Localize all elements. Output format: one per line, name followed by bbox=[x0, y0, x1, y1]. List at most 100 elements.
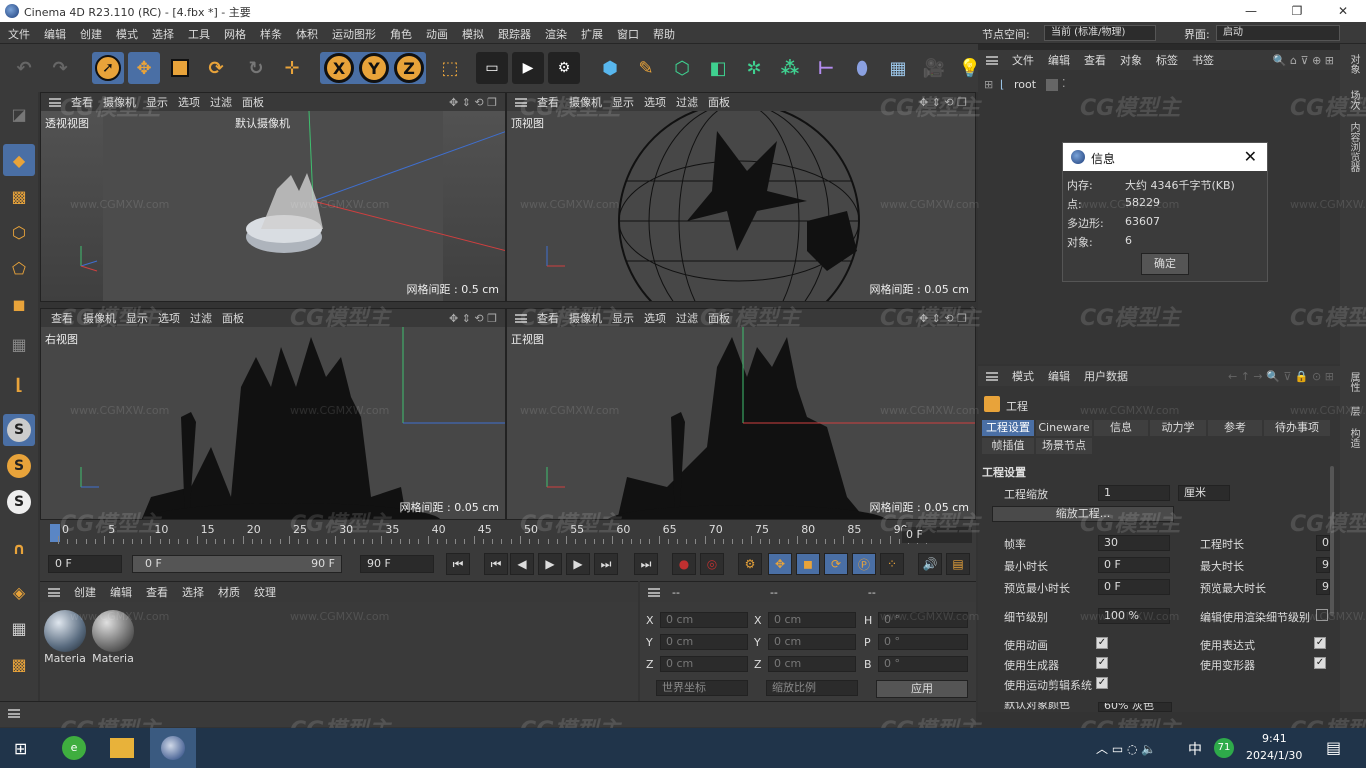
x-axis-lock-button[interactable]: X bbox=[324, 53, 354, 83]
file-explorer-icon[interactable] bbox=[110, 738, 134, 758]
select-tool-icon[interactable]: ➚ bbox=[92, 52, 124, 84]
key-parameter-icon[interactable]: Ⓟ bbox=[852, 553, 876, 575]
apply-button[interactable]: 应用 bbox=[876, 680, 968, 698]
viewport-nav-icons[interactable]: ✥ ⇕ ⟲ ❐ bbox=[449, 312, 497, 325]
attr-scrollbar[interactable] bbox=[1330, 466, 1334, 616]
mat-menu-select[interactable]: 选择 bbox=[182, 584, 204, 600]
preview-min-input[interactable]: 0 F bbox=[1098, 579, 1170, 595]
expand-icon[interactable]: ⊞ bbox=[984, 78, 993, 91]
vp-menu-view[interactable]: 查看 bbox=[537, 310, 559, 326]
menu-tracker[interactable]: 跟踪器 bbox=[498, 26, 531, 42]
vp-menu-filter[interactable]: 过滤 bbox=[210, 94, 232, 110]
vp-menu-filter[interactable]: 过滤 bbox=[190, 310, 212, 326]
menu-mode[interactable]: 模式 bbox=[116, 26, 138, 42]
use-deformers-checkbox[interactable]: ✓ bbox=[1314, 657, 1326, 669]
make-editable-icon[interactable]: ◪ bbox=[3, 98, 35, 130]
viewport-nav-icons[interactable]: ✥ ⇕ ⟲ ❐ bbox=[919, 96, 967, 109]
tab-dynamics[interactable]: 动力学 bbox=[1150, 420, 1206, 436]
key-rotation-icon[interactable]: ⟳ bbox=[824, 553, 848, 575]
go-to-end-icon[interactable]: ⏭ bbox=[634, 553, 658, 575]
autokey-icon[interactable]: ◎ bbox=[700, 553, 724, 575]
prev-key-icon[interactable]: ⏮ bbox=[484, 553, 508, 575]
use-expressions-checkbox[interactable]: ✓ bbox=[1314, 637, 1326, 649]
floor-icon[interactable]: ▦ bbox=[882, 52, 914, 84]
position-x-field[interactable]: 0 cm bbox=[660, 612, 748, 628]
start-icon[interactable]: ⊞ bbox=[14, 740, 32, 758]
attr-menu-userdata[interactable]: 用户数据 bbox=[1084, 368, 1128, 384]
bend-deformer-icon[interactable]: ⊢ bbox=[810, 52, 842, 84]
y-axis-lock-button[interactable]: Y bbox=[359, 53, 389, 83]
menu-help[interactable]: 帮助 bbox=[653, 26, 675, 42]
visibility-dots-icon[interactable]: ⁚ bbox=[1062, 77, 1066, 90]
workplane-icon[interactable]: ◈ bbox=[3, 576, 35, 608]
right-viewport[interactable]: 查看 摄像机 显示 选项 过滤 面板 ✥ ⇕ ⟲ ❐ 右视图 网格间距 : 0.… bbox=[40, 308, 506, 520]
project-scale-input[interactable]: 1 bbox=[1098, 485, 1170, 501]
rotation-h-field[interactable]: 0 ° bbox=[878, 612, 968, 628]
mat-menu-create[interactable]: 创建 bbox=[74, 584, 96, 600]
vp-menu-panel[interactable]: 面板 bbox=[222, 310, 244, 326]
vp-menu-filter[interactable]: 过滤 bbox=[676, 310, 698, 326]
menu-mograph[interactable]: 运动图形 bbox=[332, 26, 376, 42]
mat-menu-view[interactable]: 查看 bbox=[146, 584, 168, 600]
ime-indicator[interactable]: 中 bbox=[1188, 739, 1202, 759]
preview-max-input[interactable]: 9 bbox=[1316, 579, 1330, 595]
obj-menu-edit[interactable]: 编辑 bbox=[1048, 52, 1070, 68]
uv-mode-icon[interactable]: ▦ bbox=[3, 328, 35, 360]
obj-menu-bookmarks[interactable]: 书签 bbox=[1192, 52, 1214, 68]
film-icon[interactable]: ▤ bbox=[946, 553, 970, 575]
mat-menu-edit[interactable]: 编辑 bbox=[110, 584, 132, 600]
menu-character[interactable]: 角色 bbox=[390, 26, 412, 42]
points-mode-icon[interactable]: ⬡ bbox=[3, 216, 35, 248]
menu-spline[interactable]: 样条 bbox=[260, 26, 282, 42]
vp-menu-view[interactable]: 查看 bbox=[71, 94, 93, 110]
close-icon[interactable]: ✕ bbox=[1244, 147, 1257, 166]
vtab-takes[interactable]: 场次 bbox=[1346, 90, 1361, 110]
size-mode-dropdown[interactable]: 缩放比例 bbox=[766, 680, 858, 696]
default-object-color-dropdown[interactable]: 60% 灰色 bbox=[1098, 702, 1172, 712]
planar-workplane-icon[interactable]: ▩ bbox=[3, 648, 35, 680]
timeline-ruler[interactable]: 0 5 10 15 20 25 30 35 40 45 50 55 60 65 70 75 80 85 90 0 F bbox=[40, 520, 976, 547]
ok-button[interactable]: 确定 bbox=[1141, 253, 1189, 275]
vp-menu-cameras[interactable]: 摄像机 bbox=[103, 94, 136, 110]
menu-extensions[interactable]: 扩展 bbox=[581, 26, 603, 42]
obj-header-icons[interactable]: 🔍 ⌂ ⊽ ⊕ ⊞ bbox=[1273, 54, 1334, 67]
attr-menu-mode[interactable]: 模式 bbox=[1012, 368, 1034, 384]
hamburger-icon[interactable] bbox=[515, 313, 527, 323]
max-time-input[interactable]: 9 bbox=[1316, 557, 1330, 573]
size-z-field[interactable]: 0 cm bbox=[768, 656, 856, 672]
hamburger-icon[interactable] bbox=[49, 97, 61, 107]
obj-menu-object[interactable]: 对象 bbox=[1120, 52, 1142, 68]
scale-project-button[interactable]: 缩放工程... bbox=[992, 506, 1174, 522]
tab-todo[interactable]: 待办事项 bbox=[1264, 420, 1330, 436]
use-generators-checkbox[interactable]: ✓ bbox=[1096, 657, 1108, 669]
vp-menu-cameras[interactable]: 摄像机 bbox=[569, 94, 602, 110]
browser-icon[interactable]: e bbox=[62, 736, 86, 760]
go-to-start-icon[interactable]: ⏮ bbox=[446, 553, 470, 575]
mat-menu-texture[interactable]: 纹理 bbox=[254, 584, 276, 600]
rotate-tool-icon[interactable]: ⟳ bbox=[200, 52, 232, 84]
position-z-field[interactable]: 0 cm bbox=[660, 656, 748, 672]
next-frame-icon[interactable]: ▶ bbox=[566, 553, 590, 575]
vp-menu-panel[interactable]: 面板 bbox=[708, 310, 730, 326]
viewport-nav-icons[interactable]: ✥ ⇕ ⟲ ❐ bbox=[449, 96, 497, 109]
tab-project-settings[interactable]: 工程设置 bbox=[982, 420, 1034, 436]
menu-volume[interactable]: 体积 bbox=[296, 26, 318, 42]
obj-menu-file[interactable]: 文件 bbox=[1012, 52, 1034, 68]
camera-icon[interactable]: 🎥 bbox=[918, 52, 950, 84]
tab-key-interpolation[interactable]: 帧插值 bbox=[982, 438, 1034, 454]
locked-workplane-icon[interactable]: ▦ bbox=[3, 612, 35, 644]
workplane-snap-icon[interactable]: S bbox=[3, 450, 35, 482]
menu-mesh[interactable]: 网格 bbox=[224, 26, 246, 42]
vp-menu-view[interactable]: 查看 bbox=[537, 94, 559, 110]
notification-icon[interactable]: ▤ bbox=[1326, 738, 1341, 757]
pen-icon[interactable]: ✎ bbox=[630, 52, 662, 84]
scale-unit-dropdown[interactable]: 厘米 bbox=[1178, 485, 1230, 501]
hamburger-icon[interactable] bbox=[515, 97, 527, 107]
node-space-dropdown[interactable]: 当前 (标准/物理) bbox=[1044, 25, 1156, 41]
rotation-p-field[interactable]: 0 ° bbox=[878, 634, 968, 650]
quantize-icon[interactable]: S bbox=[3, 486, 35, 518]
menu-render[interactable]: 渲染 bbox=[545, 26, 567, 42]
viewport-nav-icons[interactable]: ✥ ⇕ ⟲ ❐ bbox=[919, 312, 967, 325]
security-badge[interactable]: 71 bbox=[1214, 738, 1234, 758]
hamburger-icon[interactable] bbox=[48, 587, 60, 597]
